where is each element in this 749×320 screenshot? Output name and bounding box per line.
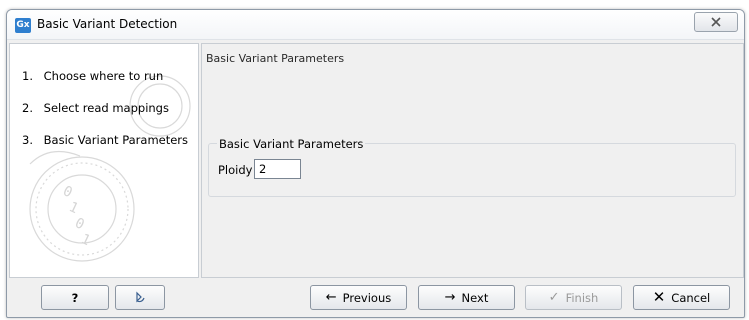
cancel-button[interactable]: ✕ Cancel (633, 285, 730, 310)
step-3: 3. Basic Variant Parameters (22, 133, 188, 147)
step-1: 1. Choose where to run (22, 69, 163, 83)
page-title: Basic Variant Parameters (206, 52, 345, 65)
ploidy-label: Ploidy (218, 163, 253, 177)
next-label: Next (461, 290, 489, 305)
step-3-number: 3. (22, 133, 33, 147)
step-2: 2. Select read mappings (22, 101, 169, 115)
reset-icon (136, 291, 145, 302)
svg-text:0: 0 (60, 183, 74, 201)
next-button[interactable]: → Next (418, 285, 515, 310)
svg-text:0: 0 (72, 215, 86, 233)
step-2-label: Select read mappings (43, 101, 169, 115)
step-1-label: Choose where to run (43, 69, 164, 83)
cancel-label: Cancel (671, 290, 711, 305)
arrow-left-icon: ← (325, 290, 337, 305)
window-title: Basic Variant Detection (37, 17, 178, 31)
step-3-label: Basic Variant Parameters (43, 133, 189, 147)
title-bar: Gx Basic Variant Detection (7, 10, 744, 40)
close-button[interactable] (694, 12, 738, 32)
main-panel: Basic Variant Parameters Basic Variant P… (201, 43, 744, 278)
finish-label: Finish (565, 290, 599, 305)
previous-button[interactable]: ← Previous (310, 285, 407, 310)
svg-text:1: 1 (66, 199, 80, 217)
help-button[interactable]: ? (41, 285, 109, 310)
basic-variant-parameters-group: Basic Variant Parameters Ploidy 2 (208, 137, 736, 197)
finish-button[interactable]: ✓ Finish (525, 285, 622, 310)
step-1-number: 1. (22, 69, 33, 83)
wizard-steps-panel: 0 1 0 1 1. Choose where to run 2. Select… (9, 43, 199, 278)
previous-label: Previous (342, 290, 392, 305)
ploidy-input[interactable]: 2 (254, 159, 301, 179)
group-label: Basic Variant Parameters (217, 137, 366, 151)
arrow-right-icon: → (444, 290, 456, 305)
app-icon: Gx (15, 18, 31, 33)
dialog-window: Gx Basic Variant Detection 0 1 0 1 1. Ch… (6, 9, 745, 318)
help-label: ? (71, 290, 79, 305)
reset-button[interactable] (115, 285, 165, 310)
step-2-number: 2. (22, 101, 33, 115)
x-icon: ✕ (652, 288, 666, 306)
svg-text:1: 1 (78, 231, 92, 249)
checkmark-icon: ✓ (548, 290, 560, 305)
close-icon (711, 17, 721, 27)
